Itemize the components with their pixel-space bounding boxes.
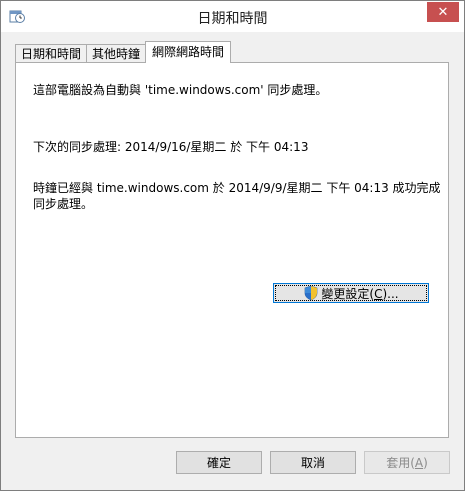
title-bar: 日期和時間 ✕ xyxy=(1,1,464,32)
window-title: 日期和時間 xyxy=(197,11,268,27)
close-button[interactable]: ✕ xyxy=(427,2,459,22)
last-sync-text-line2: 同步處理。 xyxy=(33,197,94,211)
last-sync-text-line1: 時鐘已經與 time.windows.com 於 2014/9/9/星期二 下午… xyxy=(33,181,441,195)
apply-button-label: 套用(A) xyxy=(386,456,428,470)
tab-strip: 日期和時間 其他時鐘 網際網路時間 xyxy=(15,41,232,63)
apply-button[interactable]: 套用(A) xyxy=(364,451,450,474)
date-time-dialog: 日期和時間 ✕ 日期和時間 其他時鐘 網際網路時間 這部電腦設為自動與 'tim… xyxy=(0,0,465,491)
close-icon: ✕ xyxy=(437,4,449,20)
tab-internet-time[interactable]: 網際網路時間 xyxy=(145,41,232,63)
cancel-button[interactable]: 取消 xyxy=(270,451,356,474)
next-sync-text: 下次的同步處理: 2014/9/16/星期二 於 下午 04:13 xyxy=(33,140,309,154)
sync-info-text: 這部電腦設為自動與 'time.windows.com' 同步處理。 xyxy=(33,83,328,97)
cancel-button-label: 取消 xyxy=(300,456,325,470)
uac-shield-icon xyxy=(305,285,318,301)
change-settings-label: 變更設定(C)... xyxy=(321,286,399,301)
tab-date-time[interactable]: 日期和時間 xyxy=(15,44,88,63)
internet-time-panel: 這部電腦設為自動與 'time.windows.com' 同步處理。 下次的同步… xyxy=(15,62,449,438)
tab-additional-clocks[interactable]: 其他時鐘 xyxy=(86,44,147,63)
ok-button-label: 確定 xyxy=(206,456,231,470)
change-settings-button[interactable]: 變更設定(C)... xyxy=(273,283,429,303)
ok-button[interactable]: 確定 xyxy=(176,451,262,474)
